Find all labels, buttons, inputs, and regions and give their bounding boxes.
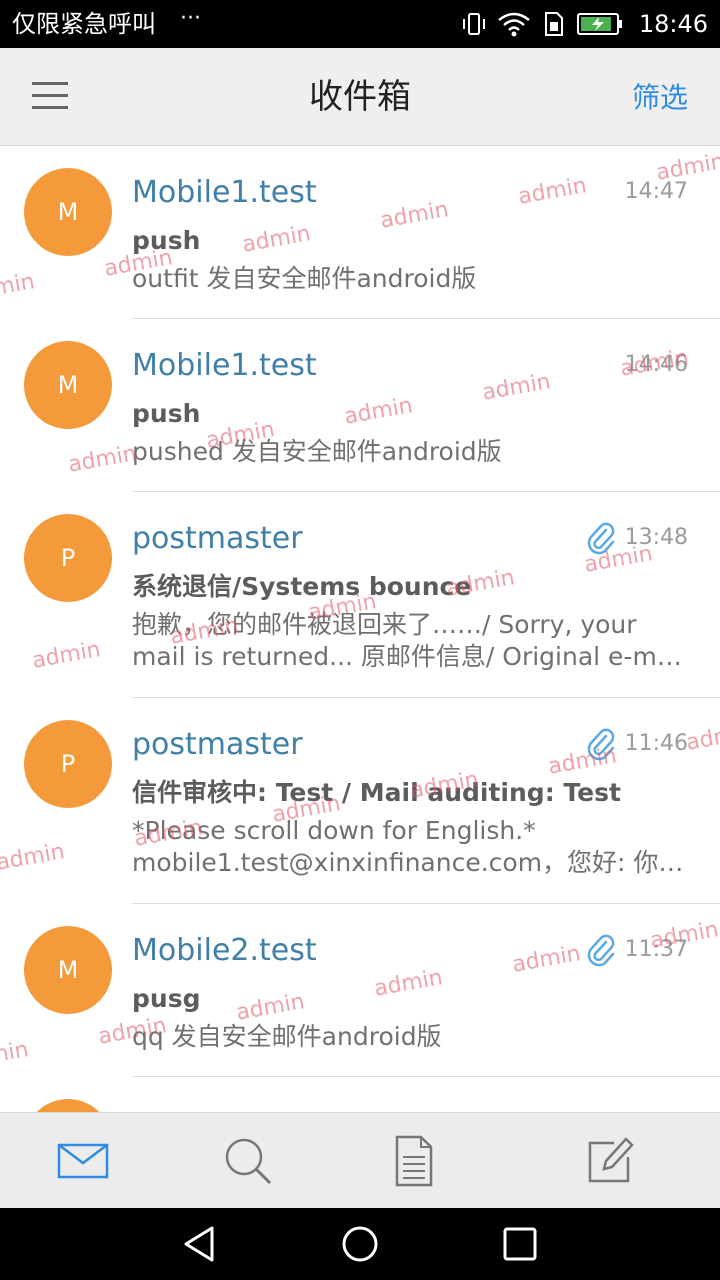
attachment-icon [587,934,615,967]
mail-preview: *Please scroll down for English.* [132,816,536,845]
mail-subject: 系统退信/Systems bounce [132,572,472,601]
mail-subject: push [132,226,201,255]
emergency-calls-text: 仅限紧急呼叫 [12,10,156,38]
system-nav-bar [0,1208,720,1280]
mail-time: 14:47 [624,179,688,204]
sender-name: Mobile1.test [132,348,317,383]
avatar: M [24,168,112,256]
mail-preview: mobile1.test@xinxinfinance.com，您好: 你好... [132,848,688,877]
mail-preview: pushed 发自安全邮件android版 [132,437,502,466]
avatar: P [24,720,112,808]
mail-list-item[interactable]: M Mobile2.test 11:37 pusg qq 发自安全邮件andro… [0,904,720,1077]
back-icon[interactable] [180,1224,220,1264]
sender-name: postmaster [132,727,303,762]
avatar [24,1099,112,1112]
mail-preview: 抱歉，您的邮件被退回来了……/ Sorry, your [132,610,637,639]
sender-name: Mobile2.test [132,933,317,968]
hamburger-menu-icon[interactable] [30,78,70,114]
mail-time: 14:46 [624,352,688,377]
status-bar: 仅限紧急呼叫 ··· 18:46 [0,0,720,48]
mail-list-item[interactable]: P postmaster 13:48 系统退信/Systems bounce 抱… [0,492,720,698]
mail-list-item[interactable] [0,1077,720,1112]
avatar: M [24,341,112,429]
mail-list-item[interactable]: M Mobile1.test 14:47 push outfit 发自安全邮件a… [0,147,720,319]
avatar: M [24,926,112,1014]
sender-name: postmaster [132,521,303,556]
search-icon[interactable] [218,1131,278,1191]
app-header: 收件箱 筛选 [0,48,720,146]
compose-icon[interactable] [578,1131,638,1191]
mail-list-item[interactable]: P postmaster 11:46 信件审核中: Test / Mail au… [0,698,720,904]
more-notifications-icon: ··· [180,6,201,31]
mail-time: 11:37 [624,937,688,962]
mail-subject: pusg [132,984,201,1013]
clock: 18:46 [638,10,708,38]
mail-icon[interactable] [53,1131,113,1191]
mail-list-item[interactable]: M Mobile1.test 14:46 push pushed 发自安全邮件a… [0,319,720,492]
attachment-icon [587,728,615,761]
home-icon[interactable] [340,1224,380,1264]
attachment-icon [587,522,615,555]
mail-subject: 信件审核中: Test / Mail auditing: Test [132,778,621,807]
mail-time: 11:46 [624,731,688,756]
sender-name: Mobile1.test [132,175,317,210]
filter-button[interactable]: 筛选 [632,80,688,116]
mail-preview: mail is returned... 原邮件信息/ Original e-ma… [132,642,688,671]
mail-time: 13:48 [624,525,688,550]
mail-subject: push [132,399,201,428]
document-icon[interactable] [383,1131,443,1191]
recents-icon[interactable] [500,1224,540,1264]
sim-card-icon [544,12,563,36]
mail-preview: qq 发自安全邮件android版 [132,1022,442,1051]
mail-list: M Mobile1.test 14:47 push outfit 发自安全邮件a… [0,147,720,1112]
page-title: 收件箱 [309,77,411,117]
avatar: P [24,514,112,602]
wifi-icon [498,12,530,37]
bottom-tab-bar [0,1112,720,1208]
battery-charging-icon [576,13,622,35]
vibrate-icon [462,13,485,35]
mail-preview: outfit 发自安全邮件android版 [132,264,477,293]
